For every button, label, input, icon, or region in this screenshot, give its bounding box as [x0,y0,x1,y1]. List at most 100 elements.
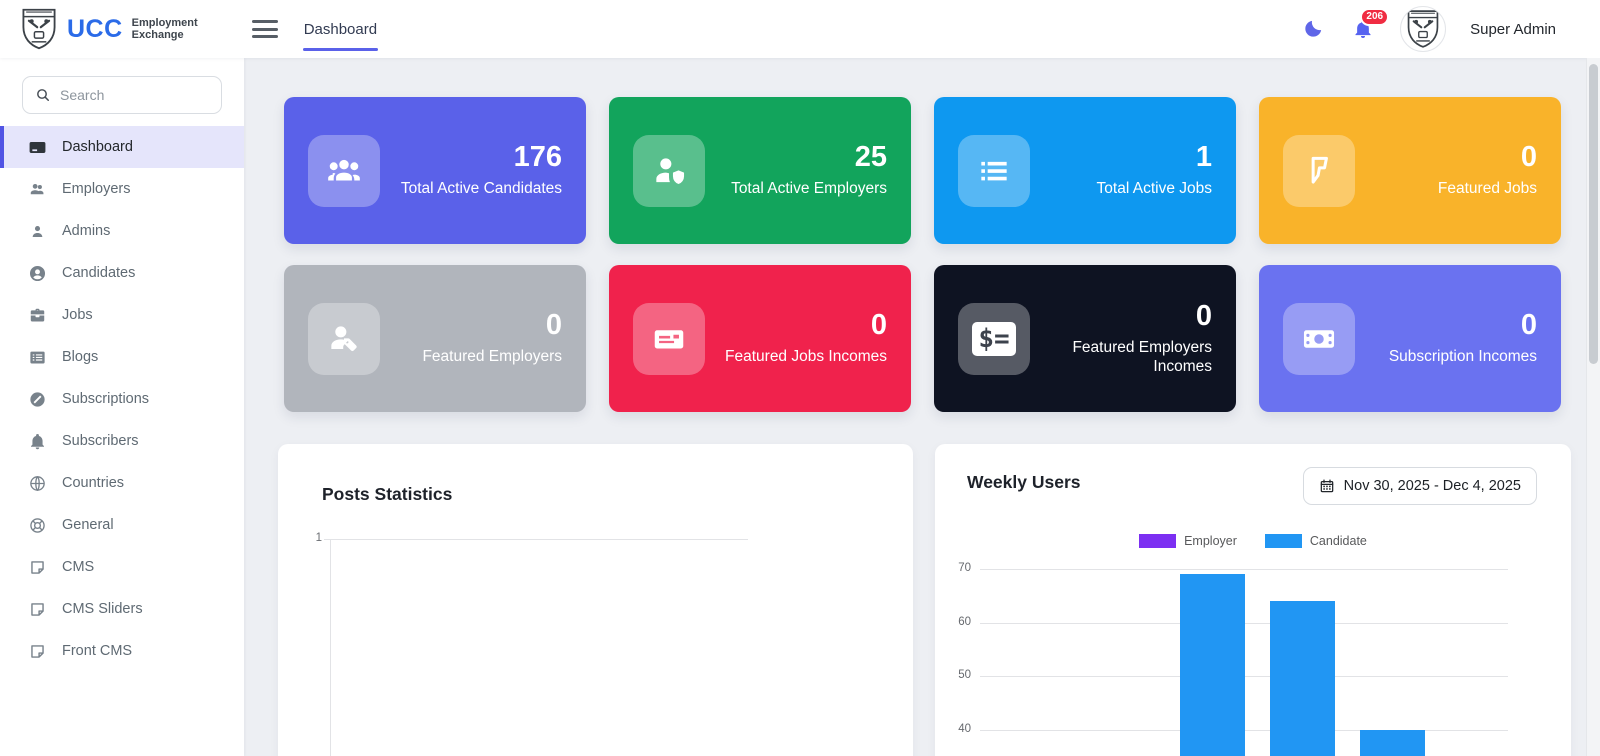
dashboard-icon [28,138,47,157]
globe-icon [28,474,47,493]
stat-card-featured-jobs: 0 Featured Jobs [1259,97,1561,244]
id-card-icon [633,303,705,375]
notifications-button[interactable]: 206 [1350,16,1376,42]
stat-label: Featured Employers [422,347,562,366]
posts-statistics-card: Posts Statistics 1 [278,444,913,756]
posts-top-gridline [324,539,748,540]
dark-mode-toggle[interactable] [1300,16,1326,42]
search-input[interactable] [60,87,209,103]
legend-item-employer[interactable]: Employer [1139,534,1237,548]
sidebar-item-subscribers[interactable]: Subscribers [0,420,244,462]
legend-item-candidate[interactable]: Candidate [1265,534,1367,548]
brand: UCC Employment Exchange [0,7,198,51]
page-scrollbar-thumb[interactable] [1589,64,1598,364]
app-header: UCC Employment Exchange Dashboard 206 Su… [0,0,1600,58]
brand-name: UCC [67,15,123,44]
menu-toggle-button[interactable] [252,19,278,39]
stat-cards-grid: 176 Total Active Candidates 25 Total Act… [284,97,1600,412]
sidebar-item-admins[interactable]: Admins [0,210,244,252]
stat-card-total-active-candidates: 176 Total Active Candidates [284,97,586,244]
sidebar-item-dashboard[interactable]: Dashboard [0,126,244,168]
ucc-crest-logo [20,7,58,51]
admin-user-icon [28,222,47,241]
legend-swatch [1265,534,1302,548]
sidebar-search [22,76,222,114]
sidebar-item-jobs[interactable]: Jobs [0,294,244,336]
avatar-crest-image [1406,8,1440,50]
tab-dashboard[interactable]: Dashboard [304,21,377,38]
note-icon [28,558,47,577]
sidebar-item-cms-sliders[interactable]: CMS Sliders [0,588,244,630]
subscription-icon [28,390,47,409]
brand-tagline-line2: Exchange [132,29,198,41]
stat-card-total-active-jobs: 1 Total Active Jobs [934,97,1236,244]
user-tag-icon [308,303,380,375]
y-tick-label: 70 [943,562,971,574]
stat-card-featured-employers: 0 Featured Employers [284,265,586,412]
legend-label: Employer [1184,534,1237,548]
search-icon [35,87,51,103]
sidebar-item-subscriptions[interactable]: Subscriptions [0,378,244,420]
stat-card-featured-employers-incomes: $= 0 Featured Employers Incomes [934,265,1236,412]
stat-card-total-active-employers: 25 Total Active Employers [609,97,911,244]
posts-y-axis-line [330,539,331,756]
main-content: 176 Total Active Candidates 25 Total Act… [244,58,1600,756]
sidebar: Dashboard Employers Admins Candidates Jo… [0,58,244,756]
user-circle-icon [28,264,47,283]
stat-card-subscription-incomes: 0 Subscription Incomes [1259,265,1561,412]
bar-candidate-69 [1180,574,1245,756]
stat-value: 0 [1030,301,1212,333]
note-icon [28,600,47,619]
bar-candidate-40 [1360,730,1425,756]
posts-statistics-title: Posts Statistics [322,484,452,505]
stat-value: 0 [1389,310,1537,342]
sidebar-item-general[interactable]: General [0,504,244,546]
chart-legend: Employer Candidate [935,534,1571,548]
sidebar-item-front-cms[interactable]: Front CMS [0,630,244,672]
stat-value: 0 [1438,142,1537,174]
sidebar-item-candidates[interactable]: Candidates [0,252,244,294]
weekly-users-title: Weekly Users [967,472,1081,493]
user-avatar[interactable] [1400,6,1446,52]
header-right: 206 Super Admin [1300,6,1600,52]
calendar-icon [1319,478,1335,494]
stat-label: Featured Jobs [1438,179,1537,198]
user-shield-icon [633,135,705,207]
lifebuoy-icon [28,516,47,535]
stat-value: 0 [422,310,562,342]
bar-candidate-64 [1270,601,1335,756]
stat-label: Total Active Candidates [401,179,562,198]
sidebar-item-cms[interactable]: CMS [0,546,244,588]
stat-label: Subscription Incomes [1389,347,1537,366]
page-scrollbar-track[interactable] [1586,58,1600,756]
gridline-y70 [980,569,1508,570]
y-tick-label: 40 [943,723,971,735]
stat-label: Featured Employers Incomes [1030,338,1212,377]
posts-y-tick-label: 1 [292,532,322,544]
stat-value: 0 [725,310,887,342]
blog-list-icon [28,348,47,367]
legend-swatch [1139,534,1176,548]
stat-label: Total Active Jobs [1097,179,1212,198]
brand-tagline-line1: Employment [132,17,198,29]
legend-label: Candidate [1310,534,1367,548]
date-range-label: Nov 30, 2025 - Dec 4, 2025 [1344,478,1521,494]
tab-dashboard-label: Dashboard [304,21,377,38]
stat-card-featured-jobs-incomes: 0 Featured Jobs Incomes [609,265,911,412]
money-check-icon: $= [958,303,1030,375]
brand-tagline: Employment Exchange [132,17,198,41]
date-range-button[interactable]: Nov 30, 2025 - Dec 4, 2025 [1303,467,1537,505]
bell-icon [28,432,47,451]
users-group-icon [308,135,380,207]
note-icon [28,642,47,661]
banknote-icon [1283,303,1355,375]
notification-count-badge: 206 [1360,8,1389,26]
stat-value: 1 [1097,142,1212,174]
sidebar-item-employers[interactable]: Employers [0,168,244,210]
sidebar-item-blogs[interactable]: Blogs [0,336,244,378]
weekly-users-card: Weekly Users Nov 30, 2025 - Dec 4, 2025 [935,444,1571,756]
sidebar-item-countries[interactable]: Countries [0,462,244,504]
user-name: Super Admin [1470,21,1556,38]
weekly-users-plot: 70605040 [943,562,1538,756]
list-icon [958,135,1030,207]
